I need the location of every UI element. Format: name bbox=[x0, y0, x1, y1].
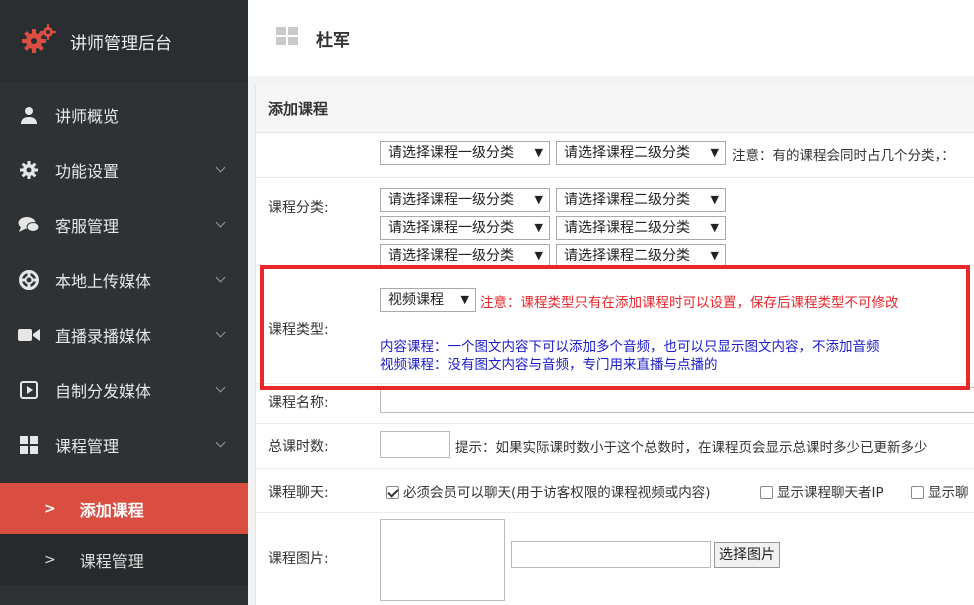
dropdown-arrow-icon: ▼ bbox=[534, 193, 543, 206]
top-bar: 杜军 bbox=[248, 0, 974, 76]
sidebar-subitem-label: 课程管理 bbox=[79, 551, 144, 571]
chat-option-label: 显示课程聊天者IP bbox=[777, 485, 884, 501]
sidebar-item-self-distribute[interactable]: 自制分发媒体 bbox=[0, 362, 248, 417]
chevron-down-icon bbox=[215, 327, 226, 338]
dropdown-arrow-icon: ▼ bbox=[534, 221, 543, 234]
sidebar-item-course-management[interactable]: 课程管理 bbox=[0, 417, 248, 472]
chat-label: 课程聊天: bbox=[268, 485, 329, 501]
category-level2-select[interactable]: 请选择课程二级分类 ▼ bbox=[556, 141, 726, 165]
sidebar-item-label: 课程管理 bbox=[55, 436, 120, 456]
chat-option-label: 显示聊 bbox=[928, 485, 969, 501]
section-title: 添加课程 bbox=[256, 85, 974, 133]
sidebar-item-label: 客服管理 bbox=[55, 216, 120, 236]
grid-icon bbox=[18, 434, 40, 456]
chevron-down-icon bbox=[215, 437, 226, 448]
category-level2-select[interactable]: 请选择课程二级分类 ▼ bbox=[556, 188, 726, 212]
select-value: 请选择课程二级分类 bbox=[564, 248, 690, 264]
sidebar-item-label: 讲师概览 bbox=[55, 106, 120, 126]
image-label: 课程图片: bbox=[268, 551, 329, 567]
select-value: 请选择课程一级分类 bbox=[388, 220, 514, 236]
chevron-down-icon bbox=[215, 217, 226, 228]
checkbox-checked[interactable] bbox=[386, 486, 399, 499]
sidebar: 讲师管理后台 讲师概览 功能设置 客服管理 本地上传媒体 直播录播媒体 自制分发… bbox=[0, 0, 248, 605]
sidebar-item-live-recording[interactable]: 直播录播媒体 bbox=[0, 307, 248, 362]
dropdown-arrow-icon: ▼ bbox=[710, 221, 719, 234]
sidebar-item-customer-service[interactable]: 客服管理 bbox=[0, 197, 248, 252]
gears-icon bbox=[22, 24, 56, 58]
category-level1-select[interactable]: 请选择课程一级分类 ▼ bbox=[380, 188, 550, 212]
course-image-preview bbox=[380, 519, 505, 601]
sidebar-item-settings[interactable]: 功能设置 bbox=[0, 142, 248, 197]
hours-hint: 提示：如果实际课时数小于这个总数时，在课程页会显示总课时多少已更新多少 bbox=[455, 440, 928, 456]
chevron-down-icon bbox=[215, 382, 226, 393]
sidebar-subitem-label: 添加课程 bbox=[79, 500, 144, 520]
category-note: 注意：有的课程会同时占几个分类，： bbox=[732, 148, 955, 164]
chevron-right-icon: > bbox=[44, 500, 56, 517]
dropdown-arrow-icon: ▼ bbox=[710, 249, 719, 262]
select-value: 请选择课程一级分类 bbox=[388, 192, 514, 208]
divider bbox=[256, 423, 974, 424]
dropdown-arrow-icon: ▼ bbox=[534, 249, 543, 262]
chat-option-show-ip[interactable]: 显示课程聊天者IP bbox=[760, 481, 884, 501]
select-value: 请选择课程一级分类 bbox=[388, 145, 514, 161]
dropdown-arrow-icon: ▼ bbox=[710, 146, 719, 159]
chat-option-members[interactable]: 必须会员可以聊天(用于访客权限的课程视频或内容) bbox=[386, 481, 711, 501]
choose-image-button[interactable]: 选择图片 bbox=[714, 542, 780, 568]
select-value: 请选择课程一级分类 bbox=[388, 248, 514, 264]
category-level1-select[interactable]: 请选择课程一级分类 ▼ bbox=[380, 141, 550, 165]
sidebar-subitem-course-management[interactable]: > 课程管理 bbox=[0, 534, 248, 585]
dropdown-arrow-icon: ▼ bbox=[710, 193, 719, 206]
name-label: 课程名称: bbox=[268, 395, 329, 411]
category-level2-select[interactable]: 请选择课程二级分类 ▼ bbox=[556, 216, 726, 240]
chevron-down-icon bbox=[215, 272, 226, 283]
course-name-input[interactable] bbox=[380, 387, 974, 413]
user-icon bbox=[18, 104, 40, 126]
select-value: 请选择课程二级分类 bbox=[564, 220, 690, 236]
gear-icon bbox=[18, 159, 40, 181]
divider bbox=[256, 177, 974, 178]
checkbox[interactable] bbox=[760, 486, 773, 499]
sidebar-subitem-add-course[interactable]: > 添加课程 bbox=[0, 483, 248, 534]
checkbox[interactable] bbox=[911, 486, 924, 499]
category-level1-select[interactable]: 请选择课程一级分类 ▼ bbox=[380, 216, 550, 240]
brand: 讲师管理后台 bbox=[0, 0, 248, 82]
play-square-icon bbox=[18, 379, 40, 401]
image-path-input[interactable] bbox=[511, 541, 711, 568]
sidebar-item-label: 本地上传媒体 bbox=[55, 271, 152, 291]
select-value: 请选择课程二级分类 bbox=[564, 145, 690, 161]
chat-icon bbox=[18, 214, 40, 236]
hours-label: 总课时数: bbox=[268, 439, 329, 455]
chevron-down-icon bbox=[215, 162, 226, 173]
category-label: 课程分类: bbox=[268, 200, 329, 216]
sidebar-item-overview[interactable]: 讲师概览 bbox=[0, 87, 248, 142]
divider bbox=[256, 468, 974, 469]
total-hours-input[interactable] bbox=[380, 431, 450, 458]
video-camera-icon bbox=[18, 324, 40, 346]
sidebar-item-label: 直播录播媒体 bbox=[55, 326, 152, 346]
chat-option-show-chat[interactable]: 显示聊 bbox=[911, 481, 969, 501]
lifebuoy-icon bbox=[18, 269, 40, 291]
sidebar-item-label: 自制分发媒体 bbox=[55, 381, 152, 401]
brand-title: 讲师管理后台 bbox=[70, 33, 172, 54]
chevron-right-icon: > bbox=[44, 551, 56, 568]
chat-option-label: 必须会员可以聊天(用于访客权限的课程视频或内容) bbox=[403, 485, 711, 501]
highlight-box bbox=[260, 265, 970, 390]
select-value: 请选择课程二级分类 bbox=[564, 192, 690, 208]
sidebar-item-local-upload[interactable]: 本地上传媒体 bbox=[0, 252, 248, 307]
dropdown-arrow-icon: ▼ bbox=[534, 146, 543, 159]
menu-grid-icon[interactable] bbox=[276, 27, 298, 49]
sidebar-item-label: 功能设置 bbox=[55, 161, 120, 181]
username: 杜军 bbox=[316, 30, 350, 51]
divider bbox=[256, 512, 974, 513]
